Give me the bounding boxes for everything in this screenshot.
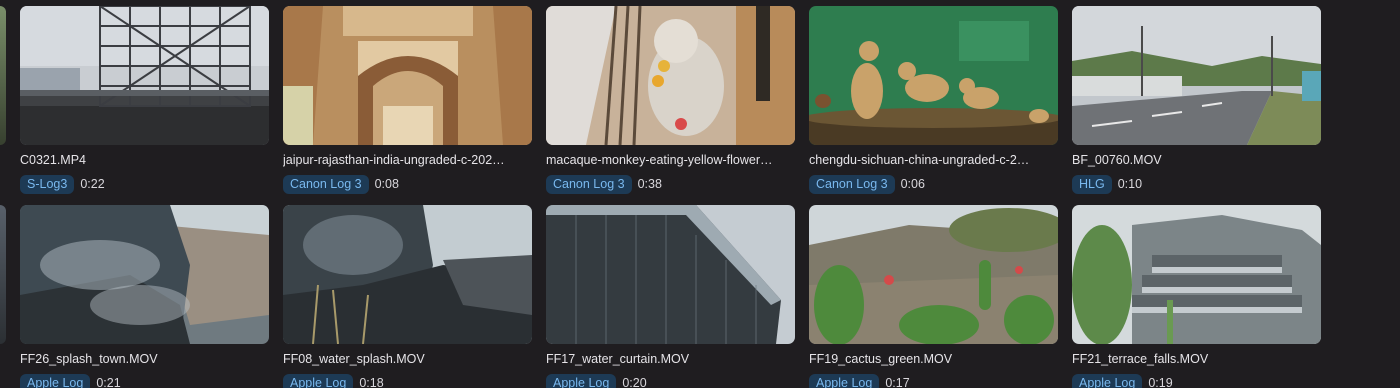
clip-duration: 0:19 [1148, 376, 1173, 388]
clip-card[interactable]: BF_00760.MOV HLG 0:10 [1072, 6, 1321, 194]
clip-thumbnail[interactable] [809, 205, 1058, 344]
partial-thumbnail-left[interactable] [0, 6, 6, 145]
clip-duration: 0:17 [885, 376, 910, 388]
clip-card[interactable]: FF19_cactus_green.MOV Apple Log 0:17 [809, 205, 1058, 388]
clip-thumbnail[interactable] [1072, 6, 1321, 145]
scaffold-scene-image [20, 6, 269, 145]
clip-thumbnail[interactable] [283, 6, 532, 145]
clip-thumbnail[interactable] [1072, 205, 1321, 344]
clip-duration: 0:38 [637, 177, 662, 191]
clip-card[interactable]: chengdu-sichuan-china-ungraded-c-2… Cano… [809, 6, 1058, 194]
clip-filename: FF08_water_splash.MOV [283, 352, 425, 366]
clip-filename: FF26_splash_town.MOV [20, 352, 158, 366]
clip-duration: 0:21 [96, 376, 121, 388]
partial-thumbnail-left[interactable] [0, 205, 6, 344]
log-profile-badge: Apple Log [20, 373, 91, 388]
log-profile-badge: Canon Log 3 [546, 174, 632, 194]
splash-town-image [20, 205, 269, 344]
water-splash-image [283, 205, 532, 344]
clip-thumbnail[interactable] [283, 205, 532, 344]
clip-duration: 0:06 [900, 177, 925, 191]
clip-thumbnail[interactable] [809, 6, 1058, 145]
cactus-garden-image [809, 205, 1058, 344]
log-profile-badge: Apple Log [809, 373, 880, 388]
clip-card[interactable]: jaipur-rajasthan-india-ungraded-c-202… C… [283, 6, 532, 194]
clip-card[interactable]: macaque-monkey-eating-yellow-flower… Can… [546, 6, 795, 194]
log-profile-badge: S-Log3 [20, 174, 75, 194]
clip-card[interactable]: FF26_splash_town.MOV Apple Log 0:21 [20, 205, 269, 388]
clip-thumbnail[interactable] [20, 6, 269, 145]
clip-filename: C0321.MP4 [20, 153, 87, 167]
log-profile-badge: Apple Log [546, 373, 617, 388]
clip-duration: 0:10 [1117, 177, 1143, 191]
water-curtain-image [546, 205, 795, 344]
clip-filename: FF19_cactus_green.MOV [809, 352, 953, 366]
clip-filename: jaipur-rajasthan-india-ungraded-c-202… [283, 153, 505, 167]
clip-duration: 0:18 [359, 376, 384, 388]
clip-card[interactable]: C0321.MP4 S-Log3 0:22 [20, 6, 269, 194]
clip-filename: FF17_water_curtain.MOV [546, 352, 690, 366]
log-profile-badge: Apple Log [283, 373, 354, 388]
clip-thumbnail[interactable] [546, 205, 795, 344]
palace-archway-image [283, 6, 532, 145]
clip-duration: 0:08 [374, 177, 399, 191]
log-profile-badge: Canon Log 3 [809, 174, 895, 194]
museum-figurines-image [809, 6, 1058, 145]
clip-card[interactable]: FF17_water_curtain.MOV Apple Log 0:20 [546, 205, 795, 388]
clip-duration: 0:22 [80, 177, 105, 191]
clip-thumbnail[interactable] [20, 205, 269, 344]
highway-road-image [1072, 6, 1321, 145]
log-profile-badge: HLG [1072, 174, 1112, 194]
media-grid: C0321.MP4 S-Log3 0:22 jaipur-rajasthan-i… [0, 0, 1400, 388]
clip-filename: macaque-monkey-eating-yellow-flower… [546, 153, 773, 167]
clip-duration: 0:20 [622, 376, 647, 388]
clip-card[interactable]: FF21_terrace_falls.MOV Apple Log 0:19 [1072, 205, 1321, 388]
macaque-monkey-image [546, 6, 795, 145]
terrace-falls-image [1072, 205, 1321, 344]
clip-filename: FF21_terrace_falls.MOV [1072, 352, 1209, 366]
clip-thumbnail[interactable] [546, 6, 795, 145]
clip-card[interactable]: FF08_water_splash.MOV Apple Log 0:18 [283, 205, 532, 388]
log-profile-badge: Apple Log [1072, 373, 1143, 388]
clip-filename: chengdu-sichuan-china-ungraded-c-2… [809, 153, 1030, 167]
clip-filename: BF_00760.MOV [1072, 153, 1162, 167]
log-profile-badge: Canon Log 3 [283, 174, 369, 194]
